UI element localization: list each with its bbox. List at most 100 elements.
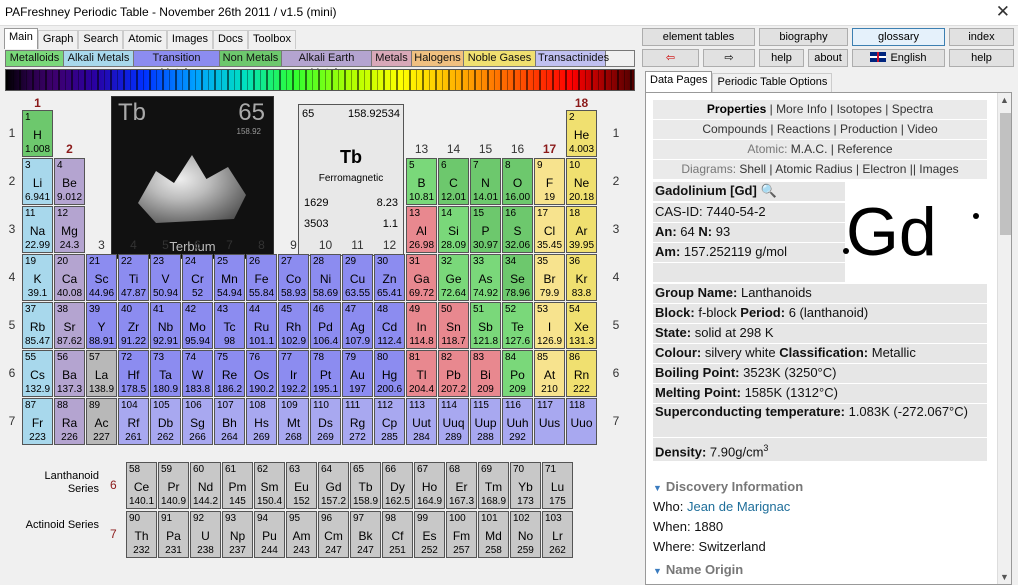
element-w[interactable]: 74 W 183.8 (182, 350, 213, 397)
element-cs[interactable]: 55 Cs 132.9 (22, 350, 53, 397)
video-link[interactable]: Video (907, 122, 937, 136)
element-ti[interactable]: 22 Ti 47.87 (118, 254, 149, 301)
tab-data-pages[interactable]: Data Pages (645, 71, 713, 92)
vertical-scrollbar[interactable]: ▲ ▼ (997, 93, 1011, 584)
name-origin-header[interactable]: ▼ Name Origin (653, 562, 743, 577)
element-k[interactable]: 19 K 39.1 (22, 254, 53, 301)
element-md[interactable]: 101 Md 258 (478, 511, 509, 558)
element-am[interactable]: 95 Am 243 (286, 511, 317, 558)
tab-periodic-table-options[interactable]: Periodic Table Options (712, 73, 833, 92)
element-sg[interactable]: 106 Sg 266 (182, 398, 213, 445)
scroll-thumb[interactable] (1000, 113, 1011, 235)
element-n[interactable]: 7 N 14.01 (470, 158, 501, 205)
element-tc[interactable]: 43 Tc 98 (214, 302, 245, 349)
element-ho[interactable]: 67 Ho 164.9 (414, 462, 445, 509)
more-info-link[interactable]: More Info (776, 102, 827, 116)
element-u[interactable]: 92 U 238 (190, 511, 221, 558)
images-link[interactable]: Images (919, 162, 958, 176)
element-fr[interactable]: 87 Fr 223 (22, 398, 53, 445)
element-i[interactable]: 53 I 126.9 (534, 302, 565, 349)
element-v[interactable]: 23 V 50.94 (150, 254, 181, 301)
element-dy[interactable]: 66 Dy 162.5 (382, 462, 413, 509)
element-hs[interactable]: 108 Hs 269 (246, 398, 277, 445)
element-rg[interactable]: 111 Rg 272 (342, 398, 373, 445)
element-uus[interactable]: 117 Uus (534, 398, 565, 445)
element-sm[interactable]: 62 Sm 150.4 (254, 462, 285, 509)
element-la[interactable]: 57 La 138.9 (86, 350, 117, 397)
element-os[interactable]: 76 Os 190.2 (246, 350, 277, 397)
element-uut[interactable]: 113 Uut 284 (406, 398, 437, 445)
element-uuh[interactable]: 116 Uuh 292 (502, 398, 533, 445)
element-pd[interactable]: 46 Pd 106.4 (310, 302, 341, 349)
discovery-section-header[interactable]: ▼ Discovery Information (653, 479, 803, 494)
about-button[interactable]: about (808, 49, 848, 67)
element-cd[interactable]: 48 Cd 112.4 (374, 302, 405, 349)
element-cu[interactable]: 29 Cu 63.55 (342, 254, 373, 301)
element-pm[interactable]: 61 Pm 145 (222, 462, 253, 509)
element-bk[interactable]: 97 Bk 247 (350, 511, 381, 558)
element-ac[interactable]: 89 Ac 227 (86, 398, 117, 445)
element-ge[interactable]: 32 Ge 72.64 (438, 254, 469, 301)
discoverer-link[interactable]: Jean de Marignac (687, 499, 790, 514)
atomic-radius-link[interactable]: Atomic Radius (775, 162, 852, 176)
element-rb[interactable]: 37 Rb 85.47 (22, 302, 53, 349)
compounds-link[interactable]: Compounds (702, 122, 767, 136)
element-mg[interactable]: 12 Mg 24.3 (54, 206, 85, 253)
element-no[interactable]: 102 No 259 (510, 511, 541, 558)
help-button-2[interactable]: help (949, 49, 1014, 67)
element-kr[interactable]: 36 Kr 83.8 (566, 254, 597, 301)
element-pr[interactable]: 59 Pr 140.9 (158, 462, 189, 509)
element-cl[interactable]: 17 Cl 35.45 (534, 206, 565, 253)
element-cr[interactable]: 24 Cr 52 (182, 254, 213, 301)
element-th[interactable]: 90 Th 232 (126, 511, 157, 558)
element-s[interactable]: 16 S 32.06 (502, 206, 533, 253)
element-pt[interactable]: 78 Pt 195.1 (310, 350, 341, 397)
element-er[interactable]: 68 Er 167.3 (446, 462, 477, 509)
element-tl[interactable]: 81 Tl 204.4 (406, 350, 437, 397)
scroll-up-icon[interactable]: ▲ (1000, 95, 1009, 105)
element-se[interactable]: 34 Se 78.96 (502, 254, 533, 301)
element-fm[interactable]: 100 Fm 257 (446, 511, 477, 558)
element-sr[interactable]: 38 Sr 87.62 (54, 302, 85, 349)
element-lr[interactable]: 103 Lr 262 (542, 511, 573, 558)
element-li[interactable]: 3 Li 6.941 (22, 158, 53, 205)
shell-link[interactable]: Shell (739, 162, 766, 176)
element-bh[interactable]: 107 Bh 264 (214, 398, 245, 445)
element-cp[interactable]: 112 Cp 285 (374, 398, 405, 445)
element-al[interactable]: 13 Al 26.98 (406, 206, 437, 253)
element-ra[interactable]: 88 Ra 226 (54, 398, 85, 445)
element-rh[interactable]: 45 Rh 102.9 (278, 302, 309, 349)
element-bi[interactable]: 83 Bi 209 (470, 350, 501, 397)
element-he[interactable]: 2 He 4.003 (566, 110, 597, 157)
element-f[interactable]: 9 F 19 (534, 158, 565, 205)
element-uup[interactable]: 115 Uup 288 (470, 398, 501, 445)
element-zn[interactable]: 30 Zn 65.41 (374, 254, 405, 301)
element-b[interactable]: 5 B 10.81 (406, 158, 437, 205)
forward-button[interactable]: ⇨ (703, 49, 755, 67)
element-ca[interactable]: 20 Ca 40.08 (54, 254, 85, 301)
element-au[interactable]: 79 Au 197 (342, 350, 373, 397)
element-ag[interactable]: 47 Ag 107.9 (342, 302, 373, 349)
glossary-button[interactable]: glossary (852, 28, 945, 46)
reactions-link[interactable]: Reactions (777, 122, 830, 136)
close-icon[interactable]: ✕ (996, 2, 1010, 22)
mac-link[interactable]: M.A.C. (791, 142, 828, 156)
element-as[interactable]: 33 As 74.92 (470, 254, 501, 301)
element-eu[interactable]: 63 Eu 152 (286, 462, 317, 509)
element-sb[interactable]: 51 Sb 121.8 (470, 302, 501, 349)
element-tables-button[interactable]: element tables (642, 28, 755, 46)
element-hf[interactable]: 72 Hf 178.5 (118, 350, 149, 397)
element-br[interactable]: 35 Br 79.9 (534, 254, 565, 301)
element-yb[interactable]: 70 Yb 173 (510, 462, 541, 509)
element-es[interactable]: 99 Es 252 (414, 511, 445, 558)
element-ar[interactable]: 18 Ar 39.95 (566, 206, 597, 253)
element-po[interactable]: 84 Po 209 (502, 350, 533, 397)
element-o[interactable]: 8 O 16.00 (502, 158, 533, 205)
element-sc[interactable]: 21 Sc 44.96 (86, 254, 117, 301)
element-gd[interactable]: 64 Gd 157.2 (318, 462, 349, 509)
element-xe[interactable]: 54 Xe 131.3 (566, 302, 597, 349)
binoculars-icon[interactable]: 🔍 (760, 183, 776, 198)
element-in[interactable]: 49 In 114.8 (406, 302, 437, 349)
language-button[interactable]: English (852, 49, 945, 67)
element-lu[interactable]: 71 Lu 175 (542, 462, 573, 509)
